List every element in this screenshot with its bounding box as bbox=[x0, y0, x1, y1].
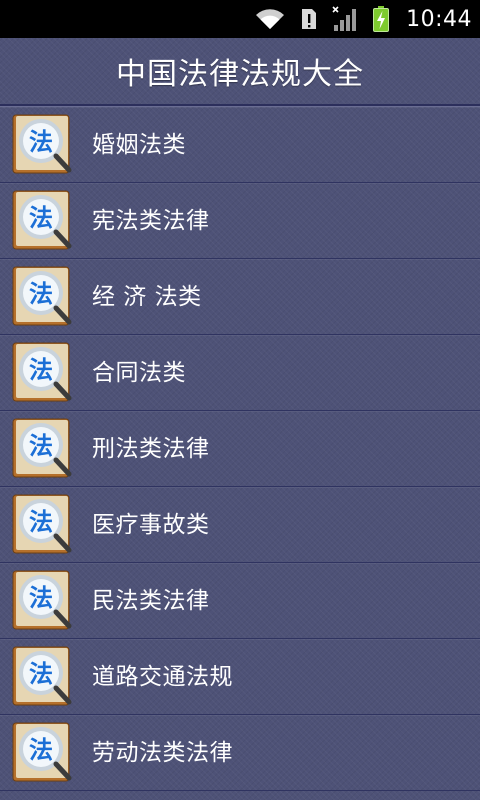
list-item[interactable]: 法 道路交通法规 bbox=[0, 639, 480, 715]
svg-text:法: 法 bbox=[29, 584, 53, 612]
svg-text:法: 法 bbox=[29, 736, 53, 764]
svg-text:法: 法 bbox=[29, 128, 53, 156]
list-item-label: 宪法类法律 bbox=[92, 208, 210, 234]
law-book-magnifier-icon: 法 bbox=[12, 342, 72, 402]
list-item[interactable]: 法 合同法类 bbox=[0, 335, 480, 411]
list-item-label: 刑法类法律 bbox=[92, 436, 210, 462]
law-book-magnifier-icon: 法 bbox=[12, 570, 72, 630]
list-item[interactable]: 法 宪法类法律 bbox=[0, 183, 480, 259]
list-item-label: 道路交通法规 bbox=[92, 664, 233, 690]
list-item[interactable]: 法 婚姻法类 bbox=[0, 107, 480, 183]
status-icons: 10:44 bbox=[254, 0, 480, 38]
law-book-magnifier-icon: 法 bbox=[12, 722, 72, 782]
svg-text:法: 法 bbox=[29, 356, 53, 384]
category-list: 法 婚姻法类 法 宪法类法律 法 经 济 法类 法 合同法类 法 刑法类法律 法… bbox=[0, 107, 480, 791]
svg-text:法: 法 bbox=[29, 508, 53, 536]
list-item[interactable]: 法 医疗事故类 bbox=[0, 487, 480, 563]
list-item-label: 民法类法律 bbox=[92, 588, 210, 614]
svg-text:法: 法 bbox=[29, 432, 53, 460]
law-book-magnifier-icon: 法 bbox=[12, 494, 72, 554]
list-item[interactable]: 法 民法类法律 bbox=[0, 563, 480, 639]
list-item[interactable]: 法 劳动法类法律 bbox=[0, 715, 480, 791]
list-item-label: 劳动法类法律 bbox=[92, 740, 233, 766]
list-item-label: 经 济 法类 bbox=[92, 284, 202, 310]
law-book-magnifier-icon: 法 bbox=[12, 114, 72, 174]
svg-text:法: 法 bbox=[29, 660, 53, 688]
wifi-icon bbox=[256, 9, 285, 29]
svg-text:法: 法 bbox=[29, 280, 53, 308]
battery-charging-icon bbox=[373, 6, 390, 32]
list-item-label: 医疗事故类 bbox=[92, 512, 210, 538]
list-item[interactable]: 法 经 济 法类 bbox=[0, 259, 480, 335]
law-book-magnifier-icon: 法 bbox=[12, 190, 72, 250]
svg-text:法: 法 bbox=[29, 204, 53, 232]
signal-no-service-icon bbox=[332, 6, 357, 31]
law-book-magnifier-icon: 法 bbox=[12, 418, 72, 478]
app-title: 中国法律法规大全 bbox=[116, 57, 364, 92]
list-item[interactable]: 法 刑法类法律 bbox=[0, 411, 480, 487]
list-item-label: 婚姻法类 bbox=[92, 132, 186, 158]
status-time: 10:44 bbox=[406, 6, 472, 32]
status-bar: 10:44 bbox=[0, 0, 480, 38]
alert-notification-icon bbox=[302, 9, 317, 29]
law-book-magnifier-icon: 法 bbox=[12, 646, 72, 706]
list-item-label: 合同法类 bbox=[92, 360, 186, 386]
app-title-bar: 中国法律法规大全 bbox=[0, 38, 480, 104]
law-book-magnifier-icon: 法 bbox=[12, 266, 72, 326]
